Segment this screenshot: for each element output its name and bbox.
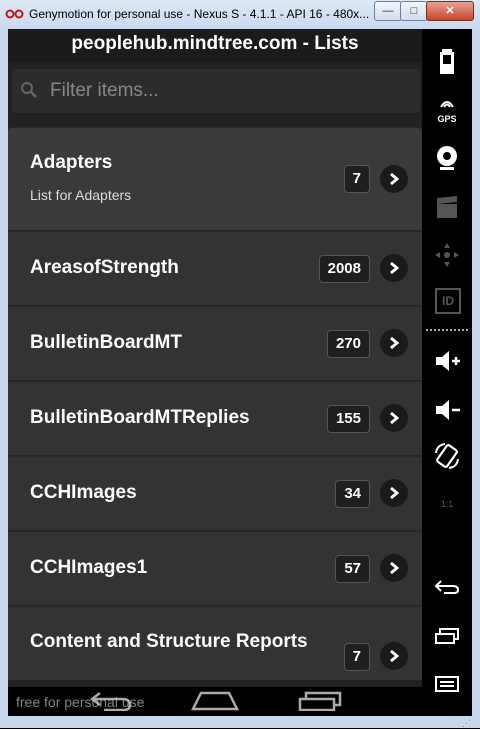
list-item[interactable]: Adapters List for Adapters 7 — [8, 127, 422, 231]
home-icon[interactable] — [191, 687, 239, 711]
rotate-icon[interactable] — [432, 441, 462, 471]
genymotion-logo-icon — [5, 9, 24, 19]
filter-box[interactable] — [12, 69, 420, 113]
item-label: Content and Structure Reports — [30, 631, 308, 652]
resize-grip-icon[interactable]: ⋰ — [462, 718, 474, 728]
window-title: Genymotion for personal use - Nexus S - … — [29, 7, 370, 21]
list-item[interactable]: AreasofStrength 2008 — [8, 231, 422, 306]
gps-icon[interactable]: GPS — [432, 95, 462, 125]
chevron-right-icon[interactable] — [380, 254, 408, 282]
item-count-badge: 7 — [343, 165, 370, 193]
volume-down-icon[interactable] — [432, 395, 462, 425]
item-count-badge: 2008 — [318, 255, 370, 283]
chevron-right-icon[interactable] — [380, 165, 408, 193]
action-bar-title: peoplehub.mindtree.com - Lists — [8, 29, 422, 62]
item-count-badge: 57 — [335, 555, 370, 583]
list-item[interactable]: CCHImages 34 — [8, 456, 422, 531]
scale-icon[interactable]: 1:1 — [432, 489, 462, 519]
list-item[interactable]: CCHImages1 57 — [8, 531, 422, 606]
item-label: BulletinBoardMTReplies — [30, 407, 250, 428]
chevron-right-icon[interactable] — [380, 642, 408, 670]
item-count-badge: 34 — [335, 480, 370, 508]
side-panel-divider — [426, 329, 468, 331]
maximize-button[interactable]: □ — [400, 1, 428, 21]
items-list[interactable]: Adapters List for Adapters 7 AreasofStre… — [8, 127, 422, 681]
gps-label: GPS — [437, 114, 457, 124]
clapper-icon[interactable] — [432, 192, 462, 222]
item-label: Adapters — [30, 152, 113, 173]
battery-icon[interactable] — [432, 46, 462, 76]
item-count-badge: 270 — [326, 330, 370, 358]
recent-apps-icon[interactable] — [432, 620, 462, 650]
genymotion-side-panel: GPS ID 1:1 — [422, 29, 472, 716]
watermark-text: free for personal use — [16, 694, 145, 710]
close-button[interactable]: ✕ — [426, 1, 474, 21]
back-icon[interactable] — [432, 571, 462, 601]
id-icon[interactable]: ID — [435, 288, 461, 314]
chevron-right-icon[interactable] — [380, 404, 408, 432]
window-title-bar[interactable]: Genymotion for personal use - Nexus S - … — [0, 0, 480, 30]
list-item[interactable]: BulletinBoardMT 270 — [8, 306, 422, 381]
camera-icon[interactable] — [432, 143, 462, 173]
item-count-badge: 7 — [343, 643, 370, 671]
chevron-right-icon[interactable] — [380, 329, 408, 357]
recent-apps-icon[interactable] — [298, 687, 344, 711]
item-count-badge: 155 — [326, 405, 370, 433]
minimize-button[interactable]: — — [374, 1, 402, 21]
item-label: CCHImages1 — [30, 557, 148, 578]
chevron-right-icon[interactable] — [380, 554, 408, 582]
search-icon — [21, 82, 37, 98]
menu-icon[interactable] — [432, 669, 462, 699]
window-frame-bottom — [0, 716, 480, 728]
item-label: BulletinBoardMT — [30, 332, 182, 353]
item-label: AreasofStrength — [30, 257, 179, 278]
volume-up-icon[interactable] — [432, 346, 462, 376]
item-label: CCHImages — [30, 482, 137, 503]
dpad-icon[interactable] — [432, 240, 462, 270]
list-item[interactable]: Content and Structure Reports 7 — [8, 606, 422, 681]
window-frame-left — [0, 29, 8, 728]
window-frame-right — [472, 29, 480, 728]
list-item[interactable]: BulletinBoardMTReplies 155 — [8, 381, 422, 456]
android-screen: peoplehub.mindtree.com - Lists Adapters … — [8, 29, 422, 716]
item-subtitle: List for Adapters — [30, 187, 132, 203]
chevron-right-icon[interactable] — [380, 479, 408, 507]
filter-input[interactable] — [48, 75, 412, 107]
